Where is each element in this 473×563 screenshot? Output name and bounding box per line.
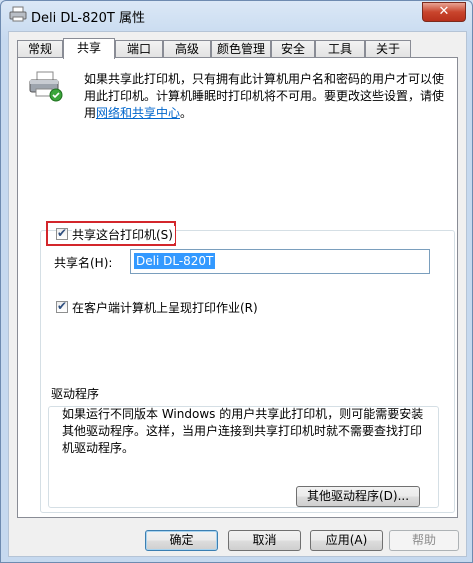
additional-drivers-button[interactable]: 其他驱动程序(D)... [296,486,420,507]
render-jobs-checkbox[interactable]: ✔ [56,299,68,313]
network-sharing-center-link[interactable]: 网络和共享中心 [96,106,180,120]
drivers-group-title: 驱动程序 [49,385,102,402]
checkmark-icon: ✔ [57,226,68,240]
properties-window: Deli DL-820T 属性 ✕ 常规 共享 端口 高级 颜色管理 安全 工具… [0,0,473,563]
printer-icon [9,6,27,22]
tab-sharing[interactable]: 共享 [63,38,115,59]
render-jobs-label[interactable]: 在客户端计算机上呈现打印作业(R) [72,299,258,316]
cancel-button[interactable]: 取消 [228,530,301,551]
sharing-info-suffix: 。 [180,106,193,120]
sharing-info-text: 如果共享此打印机，只有拥有此计算机用户名和密码的用户才可以使用此打印机。计算机睡… [84,71,452,122]
close-button[interactable]: ✕ [422,2,466,22]
apply-button[interactable]: 应用(A) [310,530,383,551]
drivers-info-text: 如果运行不同版本 Windows 的用户共享此打印机，则可能需要安装其他驱动程序… [62,407,424,455]
tab-color-management[interactable]: 颜色管理 [211,40,271,57]
window-title: Deli DL-820T 属性 [31,11,145,26]
tab-about[interactable]: 关于 [365,40,411,57]
share-printer-label[interactable]: 共享这台打印机(S) [72,226,175,243]
title-bar[interactable]: Deli DL-820T 属性 ✕ [1,1,472,29]
share-name-input[interactable]: Deli DL-820T [130,249,430,274]
share-printer-checkbox[interactable]: ✔ [56,226,68,240]
checkmark-icon: ✔ [57,299,68,313]
share-name-label: 共享名(H): [54,256,113,270]
sharing-panel: 如果共享此打印机，只有拥有此计算机用户名和密码的用户才可以使用此打印机。计算机睡… [17,57,458,518]
help-button: 帮助 [389,530,459,551]
share-name-value: Deli DL-820T [134,253,216,269]
tab-security[interactable]: 安全 [271,40,315,57]
tab-advanced[interactable]: 高级 [163,40,211,57]
dialog-body: 常规 共享 端口 高级 颜色管理 安全 工具 关于 如果共享此打印机，只有拥有此… [8,31,467,557]
shared-printer-icon [29,71,63,102]
ok-button[interactable]: 确定 [145,530,218,551]
tab-ports[interactable]: 端口 [115,40,163,57]
tab-general[interactable]: 常规 [17,40,63,57]
tab-tools[interactable]: 工具 [315,40,365,57]
